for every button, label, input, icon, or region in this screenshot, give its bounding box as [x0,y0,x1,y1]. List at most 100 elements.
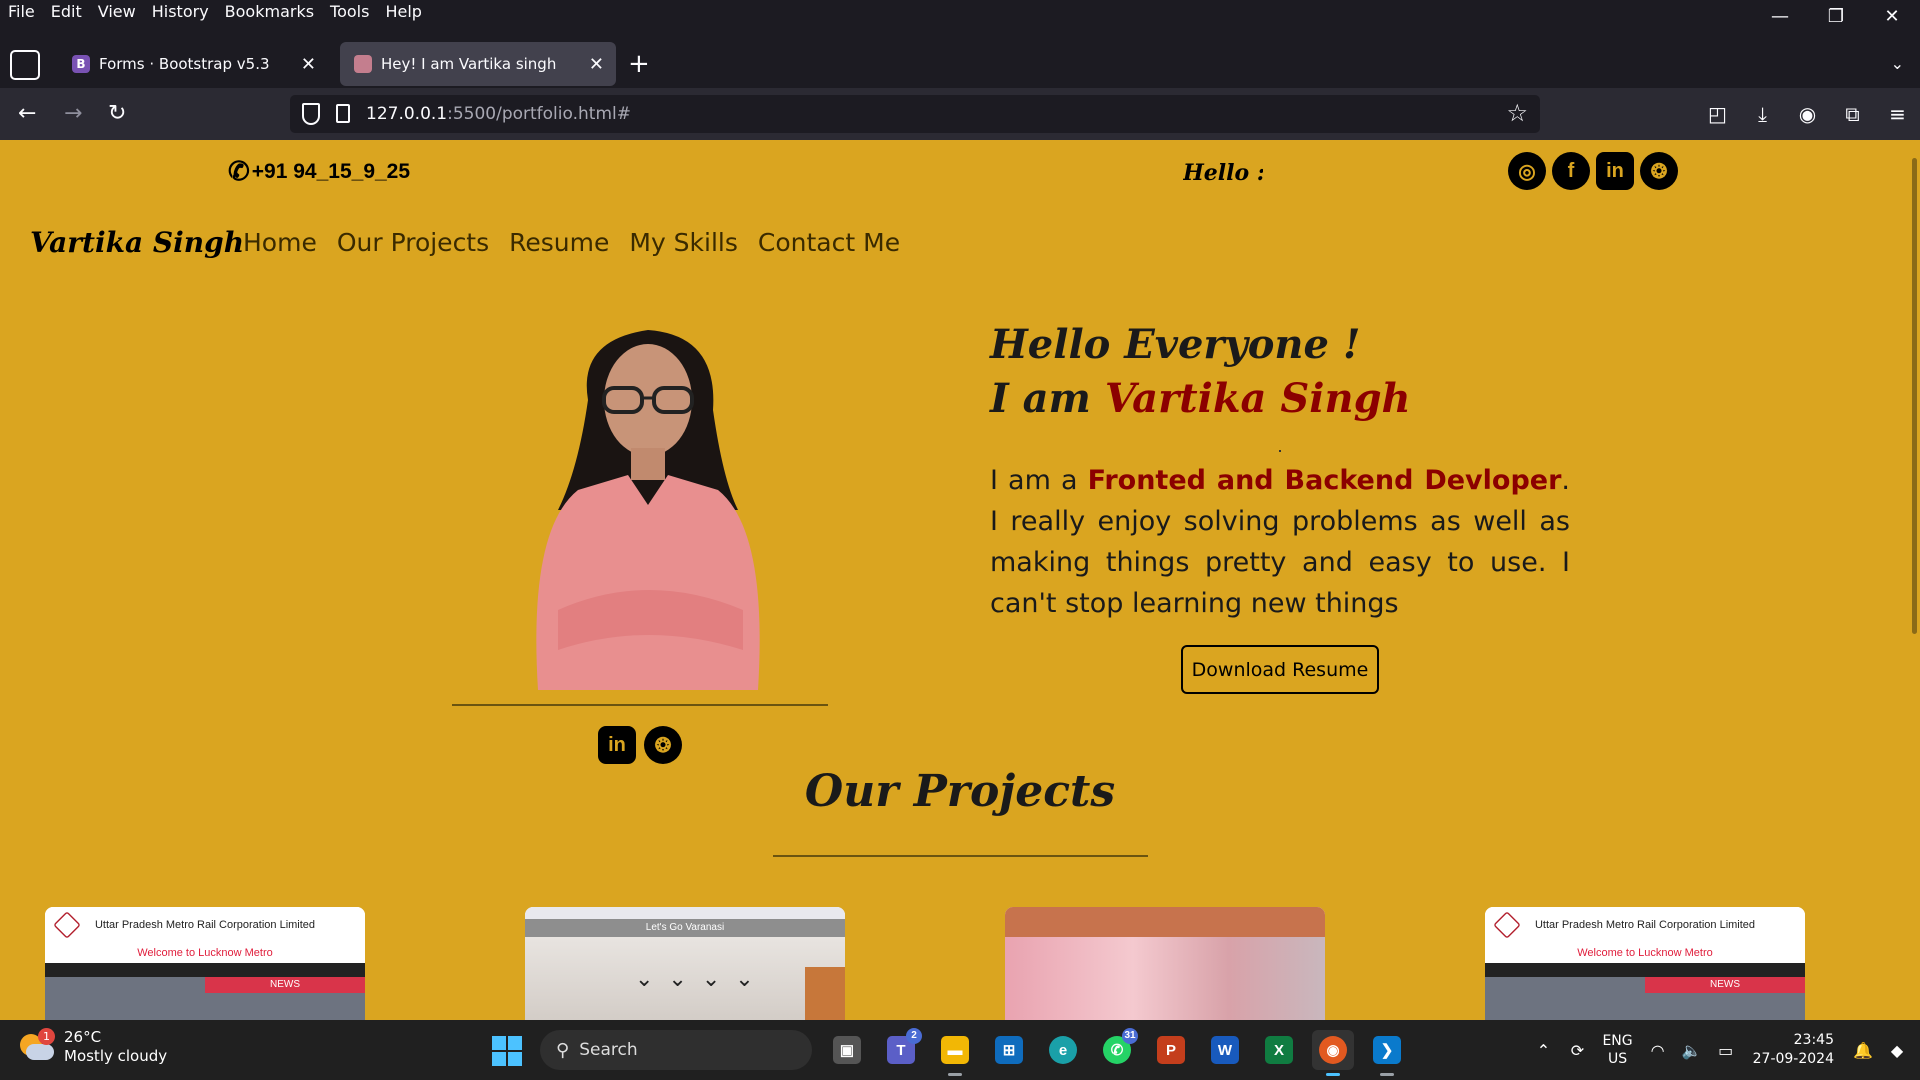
vscode-icon[interactable]: ❯ [1366,1030,1408,1076]
account-icon[interactable]: ◉ [1785,88,1830,140]
project-card-metro[interactable]: Uttar Pradesh Metro Rail Corporation Lim… [45,907,365,1020]
hero-name: Vartika Singh [1104,375,1411,422]
card-side-image [805,967,845,1020]
extensions-icon[interactable]: ⧉ [1830,88,1875,140]
menu-bookmarks[interactable]: Bookmarks [217,0,322,24]
back-arrow-icon[interactable]: ← [18,88,36,140]
github-icon[interactable]: ❂ [644,726,682,764]
firefox-icon[interactable]: ◉ [1312,1030,1354,1076]
menu-help[interactable]: Help [377,0,429,24]
decor-dot [1279,450,1281,452]
nav-resume[interactable]: Resume [509,228,609,257]
github-icon[interactable]: ❂ [1640,152,1678,190]
toolbar-icons: ◰ ⤓ ◉ ⧉ ≡ [1695,88,1920,140]
page-icon[interactable] [336,104,350,123]
sync-icon[interactable]: ⟳ [1560,1041,1594,1060]
close-tab-icon[interactable]: ✕ [301,54,316,75]
clock-time: 23:45 [1793,1032,1834,1048]
url-path: :5500/portfolio.html# [447,104,631,124]
url-bar[interactable]: 127.0.0.1:5500/portfolio.html# ☆ [290,95,1540,133]
taskbar-apps: ▣ T2 ▬ ⊞ e ✆ 31 P W X ◉ ❯ [826,1028,1408,1076]
menu-history[interactable]: History [144,0,217,24]
battery-icon[interactable]: ▭ [1709,1041,1743,1060]
tab-title: Hey! I am Vartika singh [381,55,557,73]
menu-bar: File Edit View History Bookmarks Tools H… [0,0,1920,24]
excel-icon[interactable]: X [1258,1030,1300,1070]
close-window-button[interactable]: ✕ [1864,0,1920,34]
menu-view[interactable]: View [90,0,144,24]
whatsapp-badge: 31 [1122,1028,1138,1044]
forward-arrow-icon[interactable]: → [64,88,82,140]
edge-icon[interactable]: e [1042,1030,1084,1070]
language-indicator[interactable]: ENG US [1602,1032,1632,1068]
nav-home[interactable]: Home [243,228,317,257]
teams-badge: 2 [906,1028,922,1044]
download-icon[interactable]: ⤓ [1740,88,1785,140]
whatsapp-icon[interactable]: ✆ 31 [1096,1028,1138,1070]
card-header: Uttar Pradesh Metro Rail Corporation Lim… [45,907,365,943]
project-card-metro-2[interactable]: Uttar Pradesh Metro Rail Corporation Lim… [1485,907,1805,1020]
menu-edit[interactable]: Edit [43,0,90,24]
linkedin-icon[interactable]: in [1596,152,1634,190]
clock[interactable]: 23:45 27-09-2024 [1753,1031,1834,1069]
weather-badge: 1 [38,1028,55,1045]
card-hero-image: ⌄ ⌄ ⌄ ⌄ [525,937,845,1020]
instagram-icon[interactable]: ◎ [1508,152,1546,190]
top-social-links: ◎ f in ❂ [1508,152,1678,190]
notification-bell-icon[interactable]: 🔔 [1846,1041,1880,1060]
tab-list-icon[interactable] [10,50,40,80]
chevron-up-icon[interactable]: ⌃ [1526,1041,1560,1060]
download-resume-button[interactable]: Download Resume [1181,645,1379,694]
photo-divider [452,704,828,706]
birds-icon: ⌄ ⌄ ⌄ ⌄ [635,967,758,992]
microsoft-store-icon[interactable]: ⊞ [988,1030,1030,1070]
restore-button[interactable]: ❐ [1808,0,1864,34]
taskbar-search[interactable]: ⚲ Search [540,1030,812,1070]
menu-tools[interactable]: Tools [322,0,377,24]
card-hero-image [1005,937,1325,1020]
powerpoint-icon[interactable]: P [1150,1030,1192,1070]
hero-heading: Hello Everyone ! I am Vartika Singh [990,318,1411,426]
volume-icon[interactable]: 🔈 [1675,1041,1709,1060]
hero-intro: I am Vartika Singh [990,372,1411,426]
close-tab-icon[interactable]: ✕ [589,54,604,75]
nav-our-projects[interactable]: Our Projects [337,228,489,257]
task-view-icon[interactable]: ▣ [826,1030,868,1070]
profile-social-links: in ❂ [598,726,682,764]
card-welcome: Welcome to Lucknow Metro [137,947,273,959]
card-navbar [1005,907,1325,937]
windows-start-icon[interactable] [492,1036,522,1066]
profile-photo [536,330,760,690]
weather-desc: Mostly cloudy [64,1047,168,1065]
teams-icon[interactable]: T2 [880,1028,922,1070]
project-card-varanasi[interactable]: Let's Go Varanasi ⌄ ⌄ ⌄ ⌄ [525,907,845,1020]
phone-contact[interactable]: ✆ +91 94_15_9_25 [228,156,410,187]
tab-portfolio[interactable]: Hey! I am Vartika singh ✕ [340,42,616,86]
copilot-icon[interactable]: ◆ [1880,1041,1914,1060]
minimize-button[interactable]: — [1752,0,1808,34]
nav-contact-me[interactable]: Contact Me [758,228,900,257]
bootstrap-favicon-icon: B [72,55,90,73]
scrollbar-thumb[interactable] [1912,158,1917,634]
chevron-down-icon[interactable]: ⌄ [1891,42,1904,86]
marquee-text: Hello : [1183,160,1263,186]
new-tab-icon[interactable]: + [628,42,650,86]
shield-icon[interactable] [302,103,320,125]
tab-bootstrap-forms[interactable]: B Forms · Bootstrap v5.3 ✕ [58,42,328,86]
weather-widget[interactable]: 1 26°C Mostly cloudy [20,1028,167,1066]
hero-greeting: Hello Everyone ! [990,321,1361,368]
linkedin-icon[interactable]: in [598,726,636,764]
projects-divider [773,855,1148,857]
menu-file[interactable]: File [0,0,43,24]
word-icon[interactable]: W [1204,1030,1246,1070]
brand-logo[interactable]: Vartika Singh [30,226,244,259]
nav-my-skills[interactable]: My Skills [629,228,738,257]
pocket-icon[interactable]: ◰ [1695,88,1740,140]
hamburger-menu-icon[interactable]: ≡ [1875,88,1920,140]
reload-icon[interactable]: ↻ [108,88,126,140]
facebook-icon[interactable]: f [1552,152,1590,190]
file-explorer-icon[interactable]: ▬ [934,1030,976,1076]
bookmark-star-icon[interactable]: ☆ [1506,99,1528,127]
project-card-cake[interactable] [1005,907,1325,1020]
wifi-icon[interactable]: ◠ [1641,1041,1675,1060]
